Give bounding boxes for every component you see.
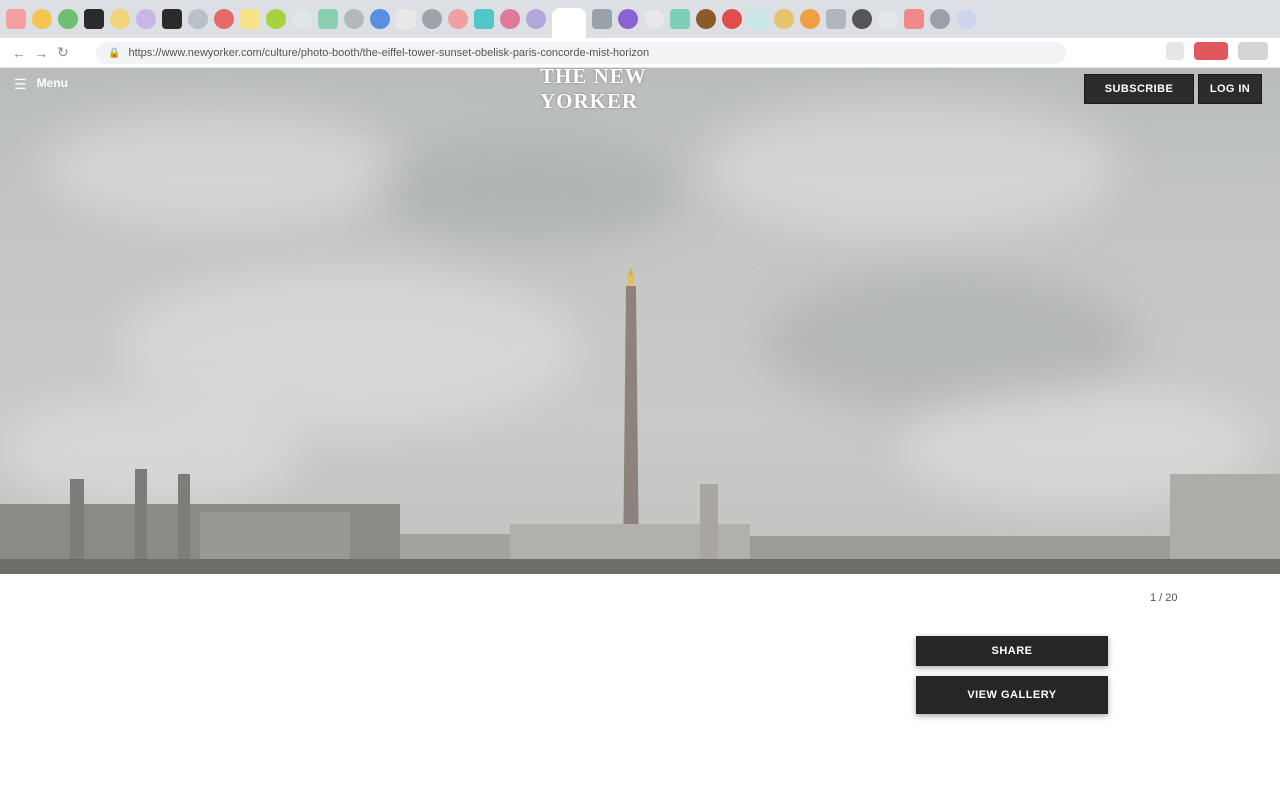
login-button[interactable]: LOG IN [1198,74,1262,104]
browser-tab-favicon[interactable] [214,9,234,29]
menu-button[interactable]: ☰ Menu [14,76,68,93]
address-bar[interactable]: 🔒 https://www.newyorker.com/culture/phot… [96,42,1066,64]
browser-tab-favicon[interactable] [84,9,104,29]
browser-tab-favicon[interactable] [878,9,898,29]
browser-tab-strip [0,0,1280,38]
view-gallery-button[interactable]: VIEW GALLERY [916,676,1108,714]
browser-tab-favicon[interactable] [396,9,416,29]
browser-tab-favicon[interactable] [852,9,872,29]
browser-tab-favicon[interactable] [110,9,130,29]
browser-tab-favicon[interactable] [448,9,468,29]
browser-tab-favicon[interactable] [370,9,390,29]
browser-toolbar: ← → ↻ 🔒 https://www.newyorker.com/cultur… [0,38,1280,68]
browser-tab-favicon[interactable] [826,9,846,29]
browser-tab-favicon[interactable] [774,9,794,29]
hamburger-icon: ☰ [14,76,27,92]
subscribe-button[interactable]: SUBSCRIBE [1084,74,1194,104]
caption-bar: 1 / 20 [0,574,1280,622]
share-button[interactable]: SHARE [916,636,1108,666]
article-body [166,632,822,634]
browser-tab-favicon[interactable] [474,9,494,29]
menu-label: Menu [36,76,68,90]
browser-tab-favicon[interactable] [318,9,338,29]
browser-tab-active[interactable] [552,8,586,38]
browser-tab-favicon[interactable] [904,9,924,29]
browser-tab-favicon[interactable] [748,9,768,29]
browser-tab-favicon[interactable] [422,9,442,29]
forward-icon[interactable]: → [30,42,52,64]
browser-tab-favicon[interactable] [162,9,182,29]
reload-icon[interactable]: ↻ [52,42,74,64]
browser-tab-favicon[interactable] [344,9,364,29]
extension-icon[interactable] [1194,42,1228,60]
browser-tab-favicon[interactable] [500,9,520,29]
slide-counter: 1 / 20 [1150,592,1178,604]
browser-tab-favicon[interactable] [800,9,820,29]
browser-tab-favicon[interactable] [136,9,156,29]
bookmark-icon[interactable] [1166,42,1184,60]
lock-icon: 🔒 [108,47,121,59]
browser-tab-favicon[interactable] [266,9,286,29]
browser-tab-favicon[interactable] [592,9,612,29]
browser-tab-favicon[interactable] [930,9,950,29]
browser-extensions [1166,42,1268,60]
hero-image: ☰ Menu THE NEW YORKER SUBSCRIBE LOG IN [0,68,1280,574]
browser-tab-favicon[interactable] [240,9,260,29]
browser-tab-favicon[interactable] [644,9,664,29]
city-skyline [0,469,1280,574]
browser-tab-favicon[interactable] [6,9,26,29]
browser-tab-favicon[interactable] [58,9,78,29]
address-text: https://www.newyorker.com/culture/photo-… [128,47,650,59]
browser-tab-favicon[interactable] [696,9,716,29]
browser-tab-favicon[interactable] [32,9,52,29]
profile-icon[interactable] [1238,42,1268,60]
browser-tab-favicon[interactable] [188,9,208,29]
browser-tab-favicon[interactable] [618,9,638,29]
browser-tab-favicon[interactable] [292,9,312,29]
site-logo[interactable]: THE NEW YORKER [540,68,734,113]
browser-tab-favicon[interactable] [722,9,742,29]
back-icon[interactable]: ← [8,42,30,64]
browser-tab-favicon[interactable] [670,9,690,29]
browser-tab-favicon[interactable] [526,9,546,29]
browser-tab-favicon[interactable] [956,9,976,29]
